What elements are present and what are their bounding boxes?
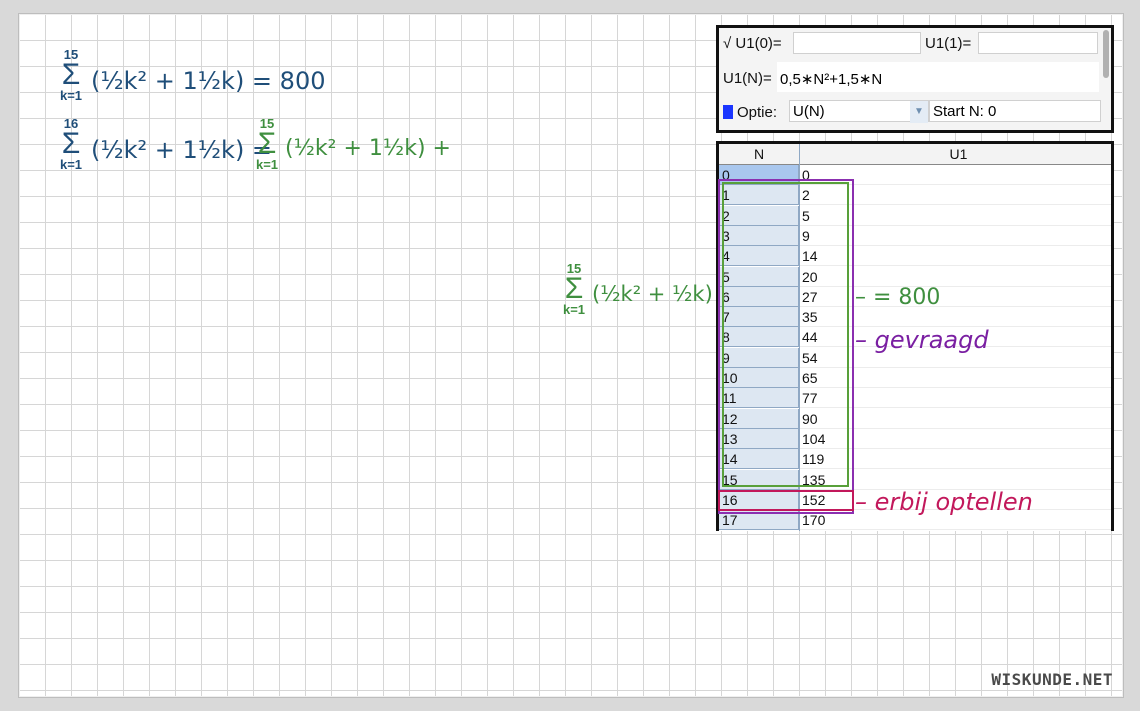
formula-line1-expression: (½k² + 1½k) = 800 [91, 67, 326, 95]
sum-symbol-line2: 16 Σ k=1 [51, 117, 91, 171]
column-header-n[interactable]: N [719, 144, 800, 165]
annotation-equals-800: – = 800 [855, 285, 941, 310]
option-label: Optie: [737, 104, 778, 121]
u1-1-label: U1(1)= [925, 35, 972, 52]
option-label-row: Optie: [723, 104, 777, 121]
option-dropdown[interactable]: U(N) ▼ [789, 100, 929, 123]
panel-scrollbar[interactable] [1103, 30, 1109, 78]
u1-1-input[interactable] [978, 32, 1098, 54]
site-watermark: WISKUNDE.NET [991, 670, 1113, 689]
formula-line2-rhs: (½k² + 1½k) + [285, 136, 451, 161]
u1-n-formula-input[interactable]: 0,5∗N²+1,5∗N [777, 62, 1099, 92]
start-n-field[interactable]: Start N: 0 [929, 100, 1101, 122]
sum-symbol-line1: 15 Σ k=1 [51, 48, 91, 102]
u1-0-label: U1(0)= [735, 35, 782, 52]
sigma-lower-limit: k=1 [255, 157, 279, 172]
u1-n-label: U1(N)= [723, 70, 772, 87]
checkmark-icon[interactable]: √ [723, 35, 731, 52]
annotation-erbij-optellen: – erbij optellen [855, 488, 1033, 516]
u1-0-input[interactable] [793, 32, 921, 54]
sum-symbol-side-note: 15 Σ k=1 [554, 262, 594, 316]
sigma-lower-limit: k=1 [59, 157, 83, 172]
sum-symbol-line2-rhs: 15 Σ k=1 [247, 117, 287, 171]
red-selection-box [718, 490, 854, 511]
green-selection-box [722, 182, 849, 487]
whiteboard-canvas: 15 Σ k=1 (½k² + 1½k) = 800 16 Σ k=1 (½k²… [18, 13, 1124, 698]
chevron-down-icon[interactable]: ▼ [910, 101, 928, 123]
side-note-expression: (½k² + ½k) – [592, 282, 730, 306]
sigma-lower-limit: k=1 [59, 88, 83, 103]
option-dropdown-value: U(N) [793, 103, 825, 120]
sigma-lower-limit: k=1 [562, 302, 586, 317]
sequence-definition-panel: √ U1(0)= U1(1)= U1(N)= 0,5∗N²+1,5∗N Opti… [716, 25, 1114, 133]
column-header-u1[interactable]: U1 [800, 144, 1111, 165]
formula-line2-left: (½k² + 1½k) = [91, 136, 273, 164]
u1-0-label-row: √ U1(0)= [723, 35, 782, 52]
color-swatch[interactable] [723, 105, 733, 119]
annotation-gevraagd: – gevraagd [855, 326, 989, 354]
